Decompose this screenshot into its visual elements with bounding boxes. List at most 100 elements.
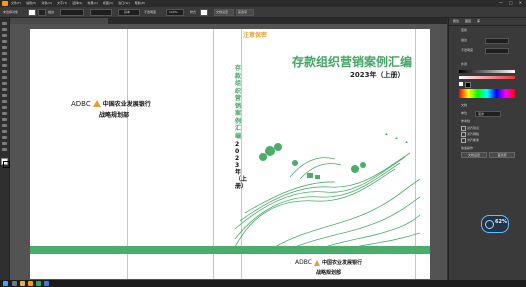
stroke-swatch[interactable] xyxy=(38,9,46,16)
white-swatch[interactable] xyxy=(459,82,463,86)
panel-preferences-button[interactable]: 首选项 xyxy=(489,152,515,158)
menu-edit[interactable]: 编辑(E) xyxy=(26,1,36,5)
style-swatch[interactable] xyxy=(200,9,208,16)
menu-bar: 文件(F) 编辑(E) 对象(O) 文字(T) 选择(S) 效果(C) 视图(V… xyxy=(0,0,526,7)
opacity-field[interactable]: 100% xyxy=(166,9,184,16)
menu-select[interactable]: 选择(S) xyxy=(72,1,82,5)
pencil-tool-icon[interactable] xyxy=(2,76,7,79)
wechat-icon[interactable] xyxy=(36,281,41,286)
bank-logo-icon xyxy=(92,100,101,107)
panel-divider xyxy=(449,25,526,26)
menu-window[interactable]: 窗口(W) xyxy=(118,1,129,5)
color-spectrum[interactable] xyxy=(459,89,515,98)
eraser-tool-icon[interactable] xyxy=(2,82,7,85)
magic-wand-tool-icon[interactable] xyxy=(2,34,7,37)
doc-setup-button[interactable]: 文档设置 xyxy=(214,9,234,16)
menu-effect[interactable]: 效果(C) xyxy=(87,1,97,5)
properties-panel: 属性 图层 库 变换 描边 不透明度 外观 文档 单位 毫米 参考线 对齐到点 … xyxy=(448,18,526,280)
line-tool-icon[interactable] xyxy=(2,58,7,61)
artboard-tool-icon[interactable] xyxy=(2,136,7,139)
free-transform-tool-icon[interactable] xyxy=(2,106,7,109)
selection-tool-icon[interactable] xyxy=(2,22,7,25)
selection-status: 未选择对象 xyxy=(3,10,19,14)
menu-type[interactable]: 文字(T) xyxy=(57,1,67,5)
direct-selection-tool-icon[interactable] xyxy=(2,28,7,31)
tools-panel xyxy=(0,18,10,280)
start-icon[interactable] xyxy=(3,281,8,286)
type-tool-icon[interactable] xyxy=(2,52,7,55)
bottom-bank-abbr: ADBC xyxy=(295,259,312,266)
eyedropper-tool-icon[interactable] xyxy=(2,124,7,127)
rotate-tool-icon[interactable] xyxy=(2,88,7,91)
shape-builder-tool-icon[interactable] xyxy=(2,112,7,115)
illustrator-icon[interactable] xyxy=(28,281,33,286)
folder-icon[interactable] xyxy=(20,281,25,286)
curvature-tool-icon[interactable] xyxy=(2,46,7,49)
unit-select[interactable]: 毫米 xyxy=(475,111,501,117)
menu-file[interactable]: 文件(F) xyxy=(11,1,21,5)
guide-line xyxy=(213,29,214,279)
gradient-tool-icon[interactable] xyxy=(2,118,7,121)
canvas-area[interactable]: ADBC 中国农业发展银行 战略规划部 存款组织营销案例汇编 2023年（上册）… xyxy=(10,24,447,280)
green-band xyxy=(30,246,430,254)
stroke-heading: 描边 xyxy=(461,38,468,42)
zoom-level: 62% xyxy=(495,219,507,225)
bottom-department: 战略规划部 xyxy=(316,270,342,276)
zoom-widget[interactable]: 62% xyxy=(481,215,509,233)
snap-pixel-checkbox[interactable] xyxy=(461,138,466,143)
brush-select[interactable]: 基本 xyxy=(118,9,140,16)
stroke-color-icon[interactable] xyxy=(3,161,10,168)
stroke-label: 描边 xyxy=(48,10,55,14)
window-controls: — □ ✕ xyxy=(499,0,522,5)
width-tool-icon[interactable] xyxy=(2,100,7,103)
tint-slider[interactable] xyxy=(459,70,515,73)
variable-width-select[interactable] xyxy=(90,9,112,16)
compass-icon xyxy=(485,220,494,229)
tab-layers[interactable]: 图层 xyxy=(465,19,471,24)
stroke-weight-field[interactable] xyxy=(60,9,84,16)
cover-title: 存款组织营销案例汇编 xyxy=(292,55,413,69)
preferences-button[interactable]: 首选项 xyxy=(236,9,254,16)
tab-properties[interactable]: 属性 xyxy=(453,19,459,24)
fill-swatch[interactable] xyxy=(28,9,36,16)
search-icon[interactable] xyxy=(12,281,17,286)
snap-grid-label: 对齐网格 xyxy=(467,132,480,136)
appearance-heading: 外观 xyxy=(461,62,468,66)
snap-grid-checkbox[interactable] xyxy=(461,132,466,137)
unit-label: 单位 xyxy=(461,111,468,115)
back-cover-logo: ADBC 中国农业发展银行 xyxy=(71,99,151,109)
maximize-button[interactable]: □ xyxy=(509,0,513,5)
department: 战略规划部 xyxy=(99,112,130,119)
bottom-bank-logo-icon xyxy=(313,259,320,266)
blend-tool-icon[interactable] xyxy=(2,130,7,133)
transform-heading: 变换 xyxy=(461,28,468,32)
browser-icon[interactable] xyxy=(44,281,49,286)
menu-view[interactable]: 视图(V) xyxy=(103,1,113,5)
paintbrush-tool-icon[interactable] xyxy=(2,70,7,73)
tab-libraries[interactable]: 库 xyxy=(477,19,480,24)
front-cover-logo: ADBC 中国农业发展银行 xyxy=(295,259,362,266)
bank-name: 中国农业发展银行 xyxy=(102,101,151,108)
stroke-weight-input[interactable] xyxy=(485,38,509,44)
close-button[interactable]: ✕ xyxy=(519,0,522,5)
black-swatch[interactable] xyxy=(465,82,471,88)
taskbar xyxy=(0,280,526,287)
snap-point-checkbox[interactable] xyxy=(461,126,466,131)
brush-select-value: 基本 xyxy=(124,10,131,14)
style-label: 样式 xyxy=(190,10,197,14)
pen-tool-icon[interactable] xyxy=(2,40,7,43)
minimize-button[interactable]: — xyxy=(499,0,503,5)
panel-doc-setup-button[interactable]: 文档设置 xyxy=(461,152,487,158)
hand-tool-icon[interactable] xyxy=(2,142,7,145)
menu-help[interactable]: 帮助(H) xyxy=(135,1,146,5)
confidential-mark: 注意保密 xyxy=(243,32,268,39)
menu-object[interactable]: 对象(O) xyxy=(41,1,52,5)
zoom-tool-icon[interactable] xyxy=(2,148,7,151)
cover-year: 2023年（上册） xyxy=(350,71,405,79)
rectangle-tool-icon[interactable] xyxy=(2,64,7,67)
opacity-input[interactable] xyxy=(485,48,509,54)
artboard[interactable]: ADBC 中国农业发展银行 战略规划部 存款组织营销案例汇编 2023年（上册）… xyxy=(30,29,430,279)
color-slider[interactable] xyxy=(459,76,515,79)
scale-tool-icon[interactable] xyxy=(2,94,7,97)
quick-actions-heading: 快速操作 xyxy=(461,146,474,150)
